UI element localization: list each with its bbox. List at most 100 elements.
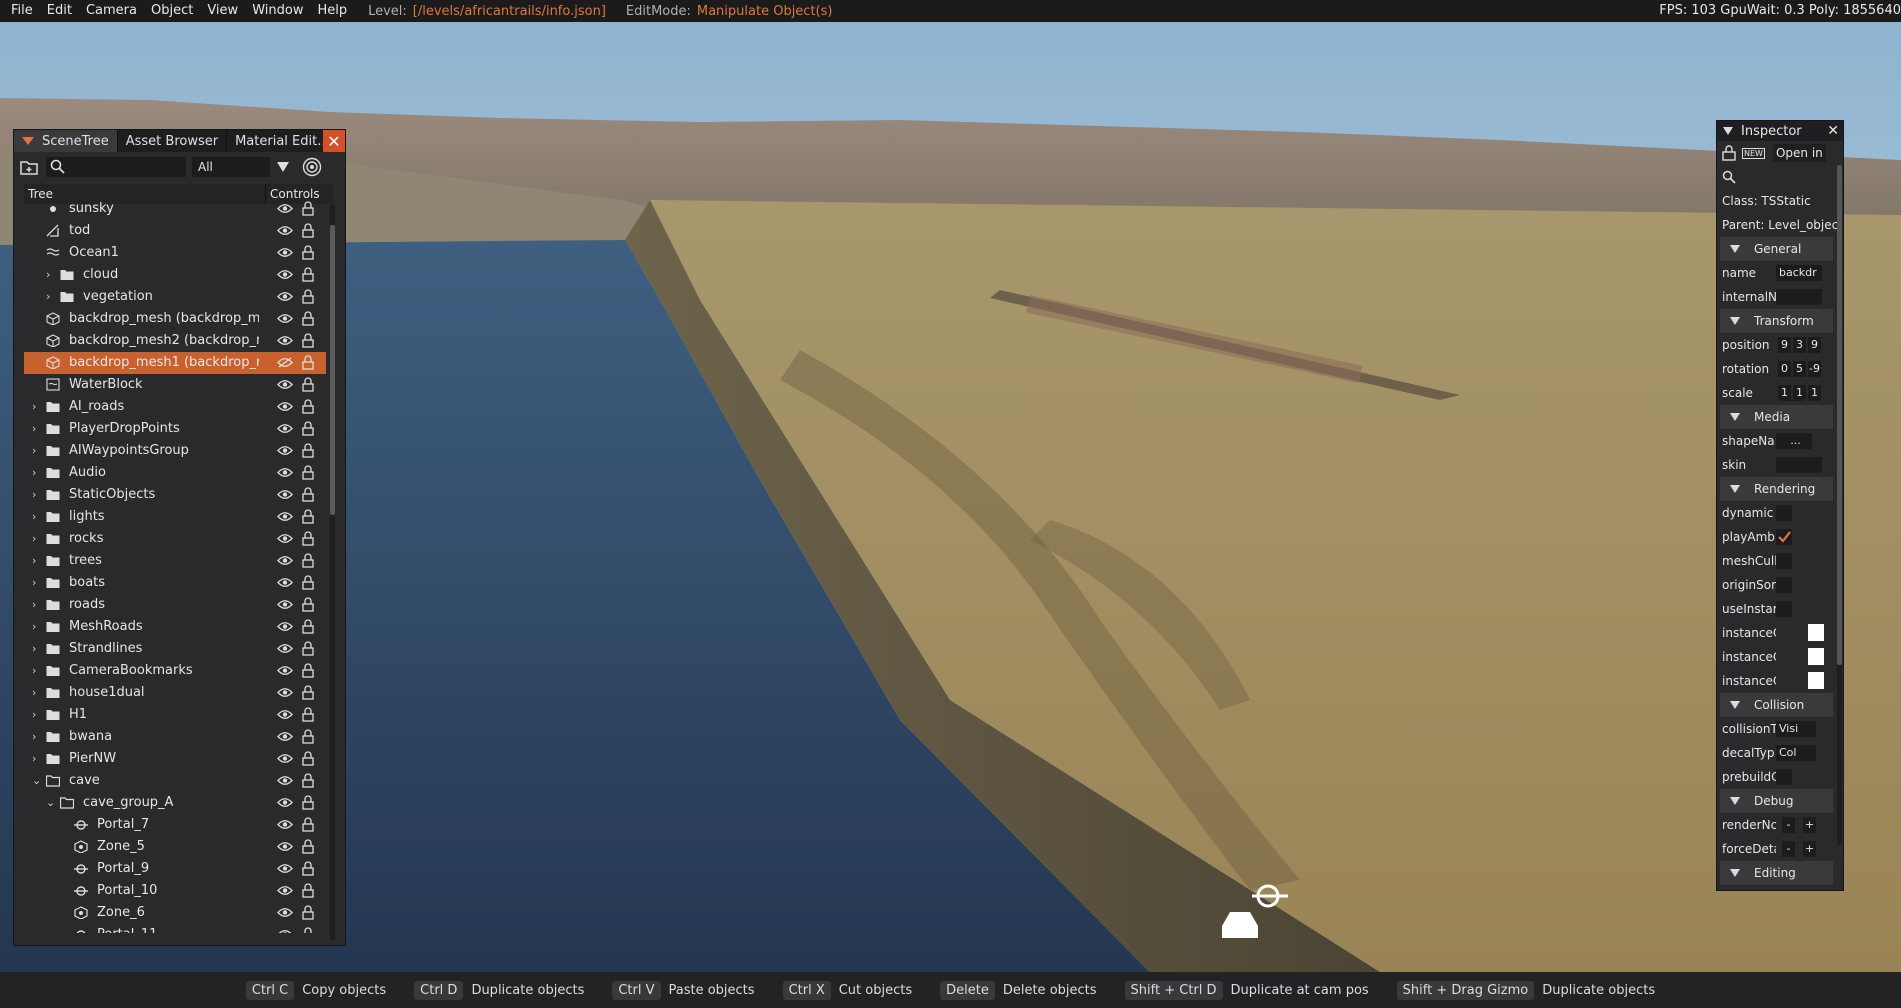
visibility-eye-icon[interactable] <box>277 401 293 412</box>
decrement-button[interactable]: - <box>1782 817 1795 833</box>
menu-edit[interactable]: Edit <box>40 0 79 22</box>
lock-icon[interactable] <box>302 817 314 832</box>
visibility-eye-icon[interactable] <box>277 423 293 434</box>
expand-arrow-icon[interactable]: › <box>32 704 36 726</box>
tree-row[interactable]: Portal_10 <box>24 880 326 902</box>
menu-help[interactable]: Help <box>310 0 354 22</box>
lock-icon[interactable] <box>302 927 314 933</box>
section-debug[interactable]: Debug <box>1720 789 1833 813</box>
visibility-eye-icon[interactable] <box>277 929 293 933</box>
decal-type-select[interactable]: Col <box>1776 745 1816 761</box>
visibility-eye-icon[interactable] <box>277 687 293 698</box>
collapse-triangle-icon[interactable] <box>1723 127 1733 135</box>
menu-camera[interactable]: Camera <box>79 0 144 22</box>
lock-icon[interactable] <box>302 421 314 436</box>
tree-row[interactable]: › PlayerDropPoints <box>24 418 326 440</box>
lock-icon[interactable] <box>302 729 314 744</box>
tree-row[interactable]: › boats <box>24 572 326 594</box>
decrement-button[interactable]: - <box>1782 841 1795 857</box>
section-transform[interactable]: Transform <box>1720 309 1833 333</box>
section-rendering[interactable]: Rendering <box>1720 477 1833 501</box>
lock-icon[interactable] <box>302 377 314 392</box>
internal-name-field[interactable] <box>1776 289 1822 305</box>
expand-arrow-icon[interactable]: › <box>32 506 36 528</box>
visibility-eye-icon[interactable] <box>277 467 293 478</box>
visibility-eye-icon[interactable] <box>277 731 293 742</box>
dynamic-checkbox[interactable] <box>1776 505 1792 521</box>
broadcast-icon[interactable] <box>302 157 322 177</box>
increment-button[interactable]: + <box>1803 841 1816 857</box>
tree-row[interactable]: › Strandlines <box>24 638 326 660</box>
visibility-eye-icon[interactable] <box>277 907 293 918</box>
expand-arrow-icon[interactable]: ⌄ <box>46 792 55 814</box>
name-field[interactable]: backdr <box>1776 265 1822 281</box>
prebuild-checkbox[interactable] <box>1776 769 1792 785</box>
visibility-eye-icon[interactable] <box>277 269 293 280</box>
expand-arrow-icon[interactable]: › <box>32 748 36 770</box>
lock-icon[interactable] <box>302 465 314 480</box>
expand-arrow-icon[interactable]: › <box>32 726 36 748</box>
scrollbar-thumb[interactable] <box>1837 165 1842 665</box>
open-in-button[interactable]: Open in <box>1772 144 1826 162</box>
tree-row[interactable]: › H1 <box>24 704 326 726</box>
search-input[interactable] <box>46 157 186 177</box>
position-z-field[interactable]: 9 <box>1808 337 1821 353</box>
tree-row[interactable]: › lights <box>24 506 326 528</box>
visibility-eye-icon[interactable] <box>277 225 293 236</box>
close-icon[interactable]: ✕ <box>1827 123 1839 139</box>
visibility-eye-icon[interactable] <box>277 863 293 874</box>
rotation-x-field[interactable]: 0 <box>1778 361 1791 377</box>
lock-icon[interactable] <box>302 531 314 546</box>
shape-browse-button[interactable]: ... <box>1776 433 1812 449</box>
use-instance-checkbox[interactable] <box>1776 601 1792 617</box>
lock-icon[interactable] <box>302 707 314 722</box>
tree-row[interactable]: tod <box>24 220 326 242</box>
tree-row[interactable]: Portal_11 <box>24 924 326 933</box>
color-swatch[interactable] <box>1808 648 1824 665</box>
menu-view[interactable]: View <box>200 0 245 22</box>
expand-arrow-icon[interactable]: › <box>32 396 36 418</box>
tree-row[interactable]: › bwana <box>24 726 326 748</box>
expand-arrow-icon[interactable]: › <box>32 440 36 462</box>
tree-row[interactable]: › cloud <box>24 264 326 286</box>
tree-row[interactable]: ⌄ cave <box>24 770 326 792</box>
visibility-eye-icon[interactable] <box>277 291 293 302</box>
tree-row[interactable]: Ocean1 <box>24 242 326 264</box>
menu-file[interactable]: File <box>4 0 40 22</box>
lock-icon[interactable] <box>302 905 314 920</box>
visibility-eye-icon[interactable] <box>277 621 293 632</box>
collapse-triangle-icon[interactable] <box>22 137 34 145</box>
new-window-icon[interactable]: NEW <box>1742 147 1765 159</box>
visibility-eye-icon[interactable] <box>277 797 293 808</box>
scenetree-scrollbar[interactable] <box>330 205 335 940</box>
lock-icon[interactable] <box>302 663 314 678</box>
tree-row[interactable]: › vegetation <box>24 286 326 308</box>
expand-arrow-icon[interactable]: ⌄ <box>32 770 41 792</box>
mesh-culling-checkbox[interactable] <box>1776 553 1792 569</box>
expand-arrow-icon[interactable]: › <box>32 594 36 616</box>
expand-arrow-icon[interactable]: › <box>32 528 36 550</box>
lock-icon[interactable] <box>302 289 314 304</box>
visibility-eye-icon[interactable] <box>277 203 293 214</box>
tree-row[interactable]: › CameraBookmarks <box>24 660 326 682</box>
add-folder-icon[interactable] <box>20 159 38 175</box>
menu-object[interactable]: Object <box>144 0 200 22</box>
expand-arrow-icon[interactable]: › <box>32 682 36 704</box>
lock-icon[interactable] <box>302 509 314 524</box>
tree-row[interactable]: backdrop_mesh (backdrop_mesh <box>24 308 326 330</box>
visibility-eye-icon[interactable] <box>277 753 293 764</box>
scale-y-field[interactable]: 1 <box>1793 385 1806 401</box>
visibility-eye-icon[interactable] <box>277 885 293 896</box>
lock-icon[interactable] <box>302 751 314 766</box>
tab-material-editor[interactable]: Material Edit... <box>227 130 339 152</box>
tree-row[interactable]: backdrop_mesh1 (backdrop_mes <box>24 352 326 374</box>
visibility-eye-icon[interactable] <box>277 533 293 544</box>
lock-icon[interactable] <box>302 597 314 612</box>
visibility-eye-icon[interactable] <box>277 379 293 390</box>
position-x-field[interactable]: 9 <box>1778 337 1791 353</box>
lock-icon[interactable] <box>302 619 314 634</box>
scale-x-field[interactable]: 1 <box>1778 385 1791 401</box>
lock-icon[interactable] <box>1722 145 1736 161</box>
visibility-eye-icon[interactable] <box>277 313 293 324</box>
lock-icon[interactable] <box>302 641 314 656</box>
